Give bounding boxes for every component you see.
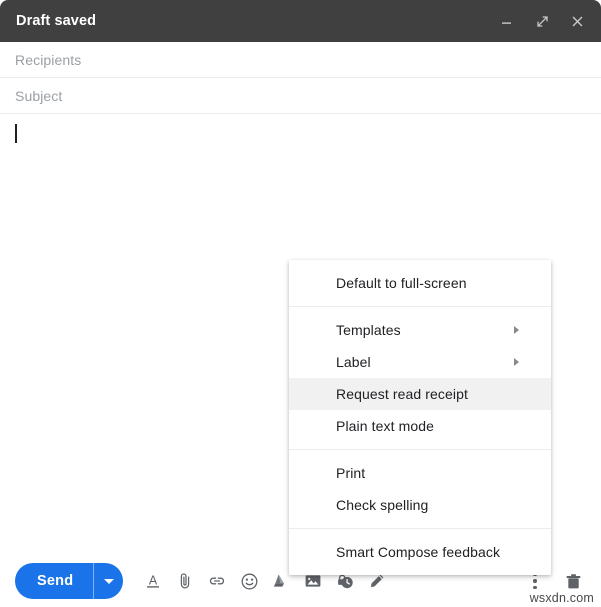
send-options-button[interactable] [93, 563, 123, 599]
menu-item-label: Request read receipt [336, 386, 468, 402]
menu-item-default-to-full-screen[interactable]: Default to full-screen [289, 267, 551, 299]
menu-item-request-read-receipt[interactable]: Request read receipt [289, 378, 551, 410]
svg-text:A: A [149, 574, 158, 588]
menu-item-label: Plain text mode [336, 418, 434, 434]
compose-title: Draft saved [16, 13, 97, 29]
subject-placeholder: Subject [15, 87, 63, 104]
formatting-options-icon[interactable]: A [137, 565, 169, 597]
caret-down-icon [103, 578, 114, 584]
compose-titlebar: Draft saved [0, 0, 601, 42]
compose-window: Draft saved Recipients Subject Default t… [0, 0, 601, 607]
more-options-icon [533, 579, 537, 583]
menu-group: Print Check spelling [289, 449, 551, 528]
menu-group: Smart Compose feedback [289, 528, 551, 575]
menu-item-check-spelling[interactable]: Check spelling [289, 489, 551, 521]
menu-item-templates[interactable]: Templates [289, 314, 551, 346]
recipients-placeholder: Recipients [15, 51, 82, 68]
send-button-label: Send [37, 573, 74, 589]
menu-item-smart-compose-feedback[interactable]: Smart Compose feedback [289, 536, 551, 568]
menu-item-label: Smart Compose feedback [336, 544, 501, 560]
menu-item-print[interactable]: Print [289, 457, 551, 489]
menu-item-label: Print [336, 465, 366, 481]
menu-group: Templates Label Request read receipt Pla… [289, 306, 551, 449]
watermark: wsxdn.com [529, 591, 594, 605]
close-button[interactable] [566, 10, 588, 32]
menu-item-label[interactable]: Label [289, 346, 551, 378]
text-caret [15, 124, 17, 143]
subject-field[interactable]: Subject [0, 78, 601, 114]
menu-item-plain-text-mode[interactable]: Plain text mode [289, 410, 551, 442]
attach-file-icon[interactable] [169, 565, 201, 597]
chevron-right-icon [514, 326, 519, 334]
send-button[interactable]: Send [15, 563, 93, 599]
recipients-field[interactable]: Recipients [0, 42, 601, 78]
window-controls [496, 10, 588, 32]
more-options-menu: Default to full-screen Templates Label R… [289, 260, 551, 575]
menu-group: Default to full-screen [289, 260, 551, 306]
chevron-right-icon [514, 358, 519, 366]
insert-link-icon[interactable] [201, 565, 233, 597]
more-options-icon [533, 585, 537, 590]
full-screen-button[interactable] [531, 10, 553, 32]
menu-item-label: Check spelling [336, 497, 429, 513]
minimize-button[interactable] [496, 10, 518, 32]
insert-emoji-icon[interactable] [233, 565, 265, 597]
menu-item-label: Templates [336, 322, 401, 338]
menu-item-label: Label [336, 354, 371, 370]
menu-item-label: Default to full-screen [336, 275, 467, 291]
send-button-group: Send [15, 563, 124, 599]
